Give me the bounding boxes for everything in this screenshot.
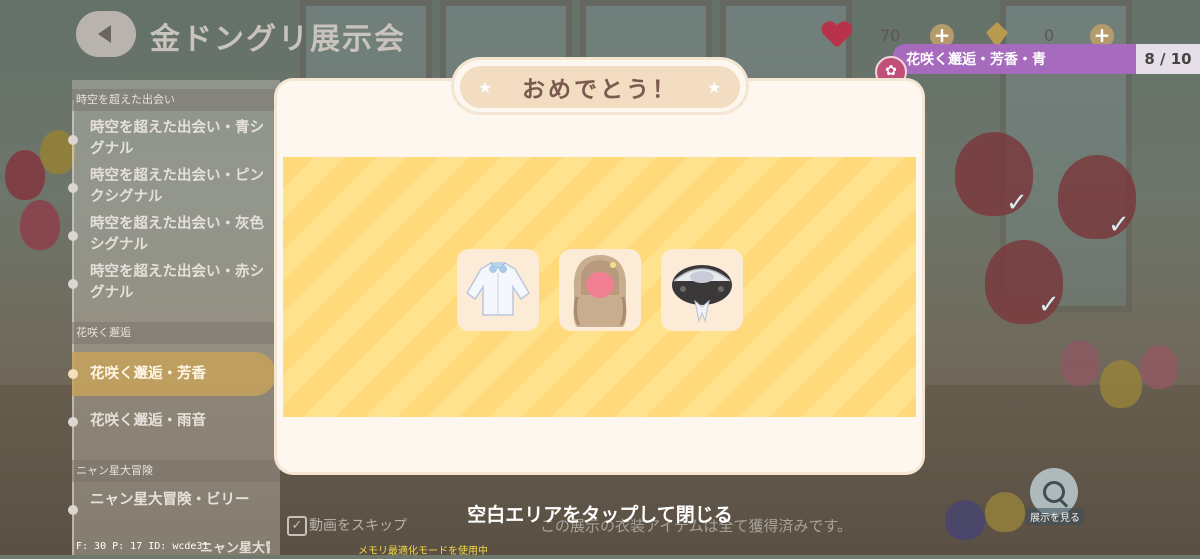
- heart-icon: [822, 22, 852, 50]
- star-icon: ★: [478, 78, 493, 97]
- sidebar-dot: [68, 369, 78, 379]
- hairstyle-icon: [573, 255, 627, 327]
- sidebar-dot: [68, 135, 78, 145]
- sidebar-dot: [68, 279, 78, 289]
- sidebar-item[interactable]: 時空を超えた出会い・赤シグナル: [90, 262, 270, 304]
- sidebar-group-label: 時空を超えた出会い: [72, 89, 280, 111]
- page-title: 金ドングリ展示会: [150, 22, 406, 57]
- jacket-icon: [466, 262, 530, 316]
- modal-title: おめでとう！: [522, 77, 678, 103]
- reward-headwear[interactable]: [661, 249, 743, 331]
- debug-info: F: 30 P: 17 ID: wcde31: [76, 541, 209, 552]
- sidebar-dot: [68, 417, 78, 427]
- sidebar-item[interactable]: 花咲く邂逅・雨音: [90, 411, 270, 432]
- gem-count: 0: [1044, 26, 1055, 45]
- headwear-icon: [672, 265, 732, 323]
- sidebar-item-active[interactable]: 花咲く邂逅・芳香: [90, 364, 270, 385]
- quest-count: 8 / 10: [1136, 44, 1200, 74]
- sidebar-dot: [68, 183, 78, 193]
- sidebar-dot: [68, 231, 78, 241]
- star-icon: ★: [707, 78, 722, 97]
- sidebar-item[interactable]: 時空を超えた出会い・ピンクシグナル: [90, 166, 270, 208]
- modal-title-bg: おめでとう！: [460, 66, 740, 108]
- sidebar-item[interactable]: ニャン星大冒険・ビッ: [200, 538, 270, 559]
- sidebar-item[interactable]: 時空を超えた出会い・灰色シグナル: [90, 214, 270, 256]
- sidebar-group-label: ニャン星大冒険: [72, 460, 280, 482]
- reward-top[interactable]: [457, 249, 539, 331]
- check-icon: ✓: [1006, 188, 1028, 218]
- heart-count: 70: [880, 26, 901, 45]
- back-button[interactable]: [76, 11, 136, 57]
- check-icon: ✓: [1038, 290, 1060, 320]
- check-icon: ✓: [1108, 210, 1130, 240]
- sidebar-item[interactable]: 時空を超えた出会い・青シグナル: [90, 118, 270, 160]
- back-arrow-icon: [97, 25, 111, 43]
- tap-to-close-hint[interactable]: 空白エリアをタップして閉じる: [0, 500, 1200, 527]
- quest-label: 花咲く邂逅・芳香・青: [906, 52, 1046, 68]
- reward-hair[interactable]: [559, 249, 641, 331]
- sidebar-group-label: 花咲く邂逅: [72, 322, 280, 344]
